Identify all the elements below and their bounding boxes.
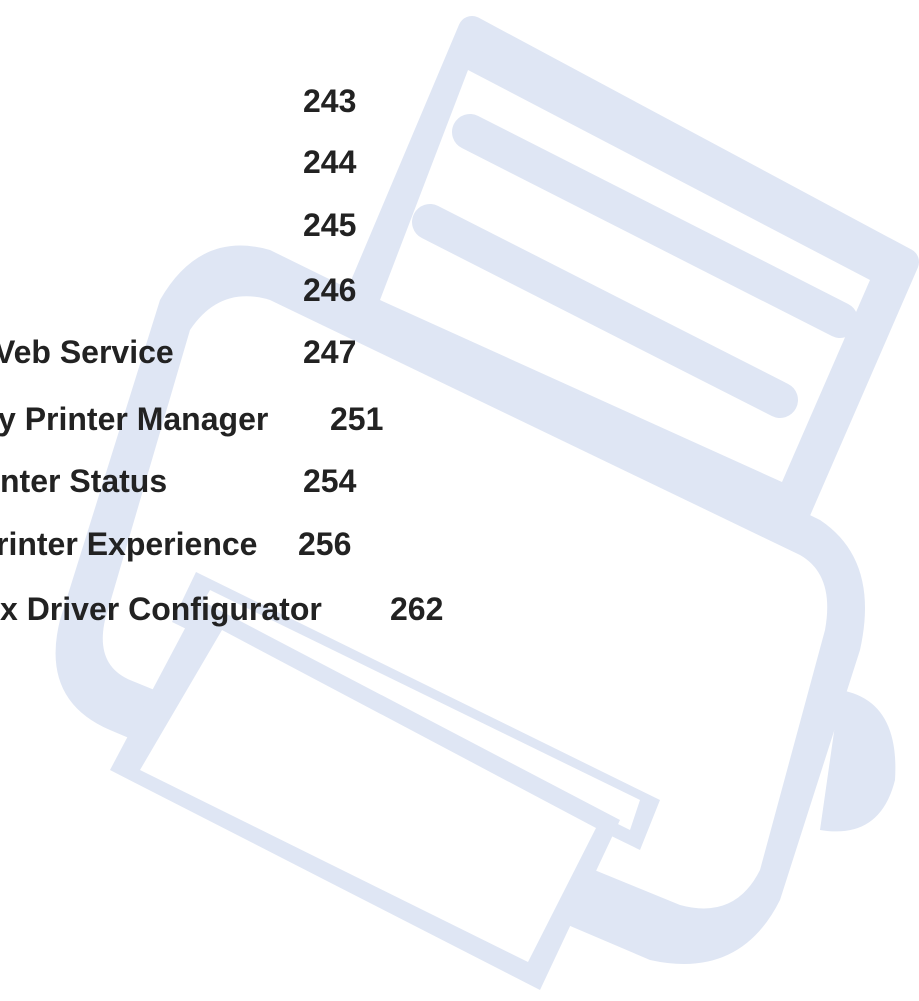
toc-entry-title: Veb Service — [0, 334, 174, 370]
toc-entry-page: 244 — [303, 144, 357, 180]
toc-entry-page: 254 — [303, 463, 357, 499]
toc-entry-page: 262 — [390, 591, 444, 627]
toc-entry-page: 246 — [303, 272, 357, 308]
toc-entry-title: rinter Experience — [0, 526, 258, 562]
table-of-contents: 243 244 245 246 Veb Service 247 y Printe… — [0, 0, 919, 1001]
toc-entry-page: 256 — [298, 526, 352, 562]
toc-entry-page: 247 — [303, 334, 357, 370]
toc-entry-title: nter Status — [0, 463, 168, 499]
toc-entry-page: 245 — [303, 207, 357, 243]
toc-entry-page: 251 — [330, 401, 384, 437]
toc-entry-title: y Printer Manager — [0, 401, 269, 437]
toc-entry-page: 243 — [303, 83, 357, 119]
toc-entry-title: x Driver Configurator — [0, 591, 322, 627]
